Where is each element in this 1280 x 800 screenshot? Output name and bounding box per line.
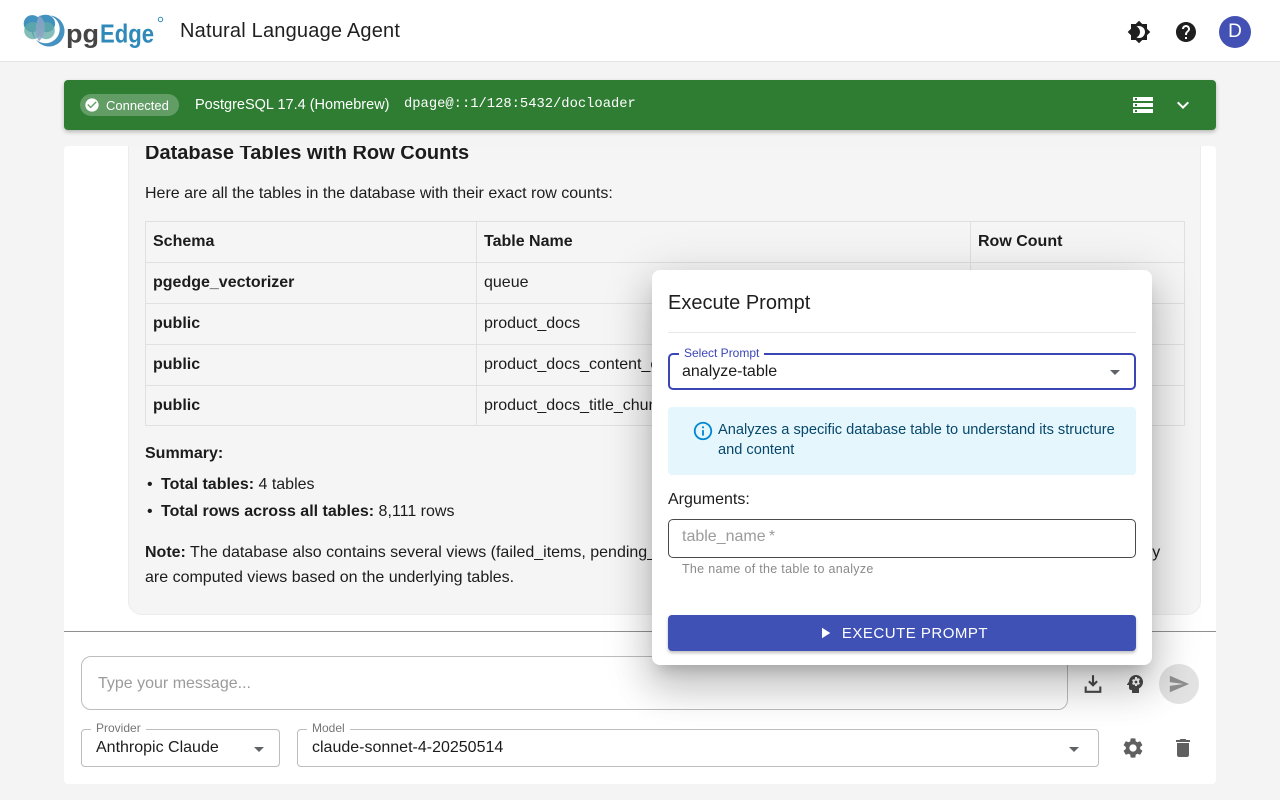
svg-text:pg: pg xyxy=(66,19,99,49)
svg-text:Edge: Edge xyxy=(100,19,154,49)
